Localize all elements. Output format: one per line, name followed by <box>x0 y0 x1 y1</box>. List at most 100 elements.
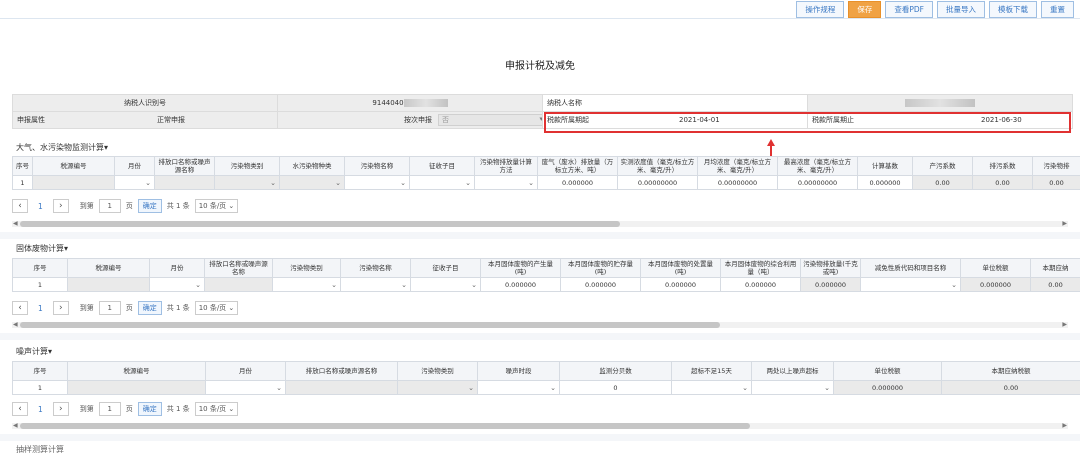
tax-source-cell[interactable] <box>68 278 150 292</box>
page-size-select[interactable]: 10 条/页 ⌄ <box>195 402 239 416</box>
pollutant-type-select[interactable]: ⌄ <box>215 176 280 190</box>
goto-input[interactable]: 1 <box>99 301 121 315</box>
max-input[interactable]: 0.00000000 <box>778 176 858 190</box>
prev-page-button[interactable]: ‹ <box>12 402 28 416</box>
chevron-down-icon: ⌄ <box>468 384 474 392</box>
col-header: 月份 <box>115 157 155 176</box>
goto-input[interactable]: 1 <box>99 402 121 416</box>
outlet-cell <box>155 176 215 190</box>
section-divider <box>0 434 1080 441</box>
stored-input[interactable]: 0.000000 <box>561 278 641 292</box>
month-select[interactable]: ⌄ <box>206 381 286 395</box>
next-page-button[interactable]: › <box>53 301 69 315</box>
pollutant-type-select[interactable]: ⌄ <box>398 381 478 395</box>
page-number[interactable]: 1 <box>33 405 48 414</box>
pollutant-name-select[interactable]: ⌄ <box>345 176 410 190</box>
col-header: 水污染物种类 <box>280 157 345 176</box>
tax-source-cell[interactable] <box>33 176 115 190</box>
reset-button[interactable]: 重置 <box>1041 1 1074 18</box>
outlet-cell <box>205 278 273 292</box>
section-title-air-water[interactable]: 大气、水污染物监测计算▾ <box>16 142 108 153</box>
col-header: 税源编号 <box>68 362 206 381</box>
under15-select[interactable]: ⌄ <box>672 381 752 395</box>
col-header: 征收子目 <box>411 259 481 278</box>
scroll-thumb[interactable] <box>20 221 620 227</box>
scroll-thumb[interactable] <box>20 423 750 429</box>
page-size-select[interactable]: 10 条/页 ⌄ <box>195 301 239 315</box>
prev-page-button[interactable]: ‹ <box>12 301 28 315</box>
last-value: 0.00 <box>1033 176 1080 190</box>
declare-by-select[interactable]: 否▾ <box>438 114 543 126</box>
horizontal-scrollbar[interactable]: ◀ ▶ <box>12 423 1068 429</box>
row-number: 1 <box>13 381 68 395</box>
next-page-button[interactable]: › <box>53 199 69 213</box>
scroll-right-icon: ▶ <box>1062 321 1067 328</box>
tax-source-cell[interactable] <box>68 381 206 395</box>
col-header: 超标不足15天 <box>672 362 752 381</box>
confirm-button[interactable]: 确定 <box>138 402 162 416</box>
operation-rules-button[interactable]: 操作规程 <box>796 1 844 18</box>
goto-input[interactable]: 1 <box>99 199 121 213</box>
view-pdf-button[interactable]: 查看PDF <box>885 1 933 18</box>
page-number[interactable]: 1 <box>33 304 48 313</box>
measured-input[interactable]: 0.00000000 <box>618 176 698 190</box>
page-size-value: 10 条/页 <box>199 304 227 312</box>
toolbar: 操作规程 保存 查看PDF 批量导入 模板下载 重置 <box>796 1 1074 18</box>
prev-page-button[interactable]: ‹ <box>12 199 28 213</box>
water-type-select[interactable]: ⌄ <box>280 176 345 190</box>
method-select[interactable]: ⌄ <box>475 176 538 190</box>
table-row: 1 ⌄ ⌄ ⌄ ⌄ 0.000000 0.000000 0.000000 0.0… <box>13 278 1080 292</box>
solid-waste-table: 序号 税源编号 月份 排放口名称或噪声源名称 污染物类别 污染物名称 征收子目 … <box>12 258 1080 292</box>
col-header: 排放口名称或噪声源名称 <box>286 362 398 381</box>
horizontal-scrollbar[interactable]: ◀ ▶ <box>12 322 1068 328</box>
template-download-button[interactable]: 模板下载 <box>989 1 1037 18</box>
air-water-table: 序号 税源编号 月份 排放口名称或噪声源名称 污染物类别 水污染物种类 污染物名… <box>12 156 1080 190</box>
pagination: ‹ 1 › 到第 1 页 确定 共 1 条 10 条/页 ⌄ <box>12 199 238 213</box>
scroll-right-icon: ▶ <box>1062 422 1067 429</box>
pollutant-type-select[interactable]: ⌄ <box>273 278 341 292</box>
declare-by-cell: 按次申报否▾ <box>278 112 543 129</box>
produce-coef: 0.00 <box>913 176 973 190</box>
col-header: 税源编号 <box>68 259 150 278</box>
batch-import-button[interactable]: 批量导入 <box>937 1 985 18</box>
noise-period-select[interactable]: ⌄ <box>478 381 560 395</box>
page-size-select[interactable]: 10 条/页 ⌄ <box>195 199 239 213</box>
col-header: 污染物排放量计算方法 <box>475 157 538 176</box>
section-divider <box>0 232 1080 239</box>
levy-item-select[interactable]: ⌄ <box>410 176 475 190</box>
emission-input[interactable]: 0.000000 <box>538 176 618 190</box>
section-title-noise[interactable]: 噪声计算▾ <box>16 346 52 357</box>
levy-item-select[interactable]: ⌄ <box>411 278 481 292</box>
page-number[interactable]: 1 <box>33 202 48 211</box>
col-header: 计算基数 <box>858 157 913 176</box>
reduction-select[interactable]: ⌄ <box>861 278 961 292</box>
redacted-block <box>905 99 975 107</box>
pagination: ‹ 1 › 到第 1 页 确定 共 1 条 10 条/页 ⌄ <box>12 301 238 315</box>
taxpayer-id-label: 纳税人识别号 <box>13 95 278 112</box>
col-header: 序号 <box>13 259 68 278</box>
declare-attr-label: 申报属性 <box>17 116 45 124</box>
top-toolbar-bar: 操作规程 保存 查看PDF 批量导入 模板下载 重置 <box>0 0 1080 19</box>
produced-input[interactable]: 0.000000 <box>481 278 561 292</box>
confirm-button[interactable]: 确定 <box>138 301 162 315</box>
confirm-button[interactable]: 确定 <box>138 199 162 213</box>
month-select[interactable]: ⌄ <box>115 176 155 190</box>
utilized-input[interactable]: 0.000000 <box>721 278 801 292</box>
scroll-thumb[interactable] <box>20 322 720 328</box>
pollutant-name-select[interactable]: ⌄ <box>341 278 411 292</box>
scroll-left-icon: ◀ <box>13 220 18 227</box>
next-page-button[interactable]: › <box>53 402 69 416</box>
col-header: 监测分贝数 <box>560 362 672 381</box>
avg-input[interactable]: 0.00000000 <box>698 176 778 190</box>
table-row: 1 ⌄ ⌄ ⌄ 0 ⌄ ⌄ 0.000000 0.00 <box>13 381 1080 395</box>
disposed-input[interactable]: 0.000000 <box>641 278 721 292</box>
taxpayer-id-value: 9144040 <box>278 95 543 112</box>
decibel-input[interactable]: 0 <box>560 381 672 395</box>
declare-attr-cell: 申报属性正常申报 <box>13 112 278 129</box>
multi-site-select[interactable]: ⌄ <box>752 381 834 395</box>
month-select[interactable]: ⌄ <box>150 278 205 292</box>
horizontal-scrollbar[interactable]: ◀ ▶ <box>12 221 1068 227</box>
save-button[interactable]: 保存 <box>848 1 881 18</box>
row-number: 1 <box>13 278 68 292</box>
section-title-solid-waste[interactable]: 固体废物计算▾ <box>16 243 68 254</box>
